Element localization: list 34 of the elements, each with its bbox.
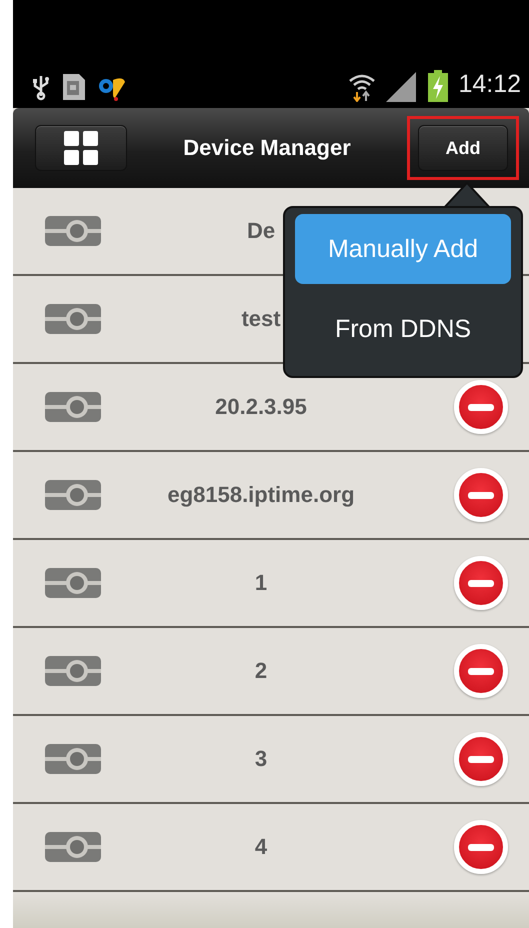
camera-icon bbox=[45, 216, 101, 246]
delete-button[interactable] bbox=[454, 820, 508, 874]
menu-item[interactable]: From DDNS bbox=[295, 294, 511, 364]
delete-button[interactable] bbox=[454, 556, 508, 610]
camera-icon bbox=[45, 568, 101, 598]
camera-icon bbox=[45, 832, 101, 862]
grid-menu-button[interactable] bbox=[35, 125, 127, 171]
delete-button[interactable] bbox=[454, 644, 508, 698]
delete-button[interactable] bbox=[454, 732, 508, 786]
device-name: 3 bbox=[254, 746, 268, 772]
sim-card-icon bbox=[61, 72, 87, 102]
camera-icon bbox=[45, 304, 101, 334]
usb-icon bbox=[31, 74, 51, 102]
app-logo-icon bbox=[97, 76, 127, 102]
device-name: eg8158.iptime.org bbox=[167, 482, 355, 508]
delete-button[interactable] bbox=[454, 468, 508, 522]
delete-button[interactable] bbox=[454, 380, 508, 434]
battery-charging-icon bbox=[428, 70, 448, 102]
status-time: 14:12 bbox=[458, 69, 521, 100]
grid-icon bbox=[64, 131, 98, 165]
device-name: 4 bbox=[254, 834, 268, 860]
camera-icon bbox=[45, 392, 101, 422]
device-name: 2 bbox=[254, 658, 268, 684]
screen-title: Device Manager bbox=[182, 135, 352, 161]
add-button[interactable]: Add bbox=[418, 125, 508, 171]
camera-icon bbox=[45, 656, 101, 686]
camera-icon bbox=[45, 480, 101, 510]
device-name: 1 bbox=[254, 570, 268, 596]
wifi-icon bbox=[348, 72, 376, 102]
device-name: test bbox=[241, 306, 281, 332]
device-name: De bbox=[246, 218, 276, 244]
signal-icon bbox=[386, 72, 418, 102]
camera-icon bbox=[45, 744, 101, 774]
device-name: 20.2.3.95 bbox=[215, 394, 307, 420]
